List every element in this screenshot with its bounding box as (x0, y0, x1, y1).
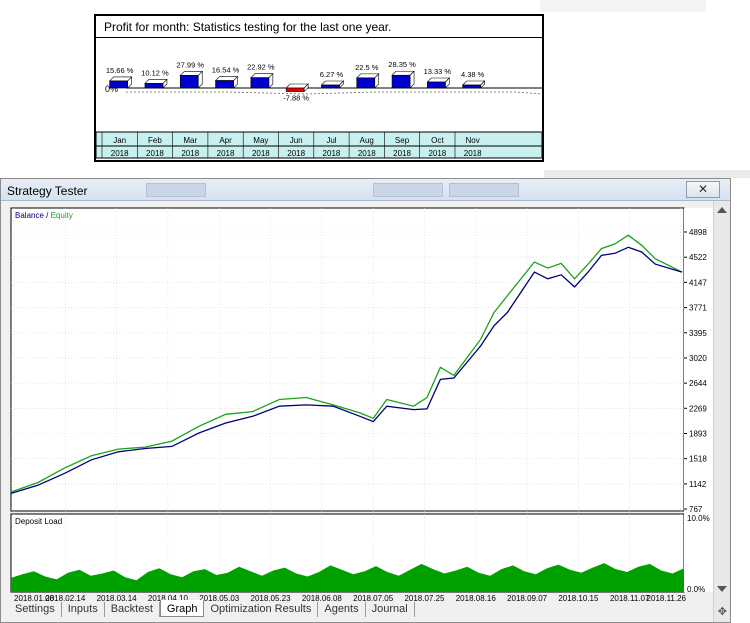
x-tick-label: 2018.09.07 (507, 594, 548, 602)
month-year: 2018 (146, 149, 164, 158)
x-tick-label: 2018.11.07 (610, 594, 650, 602)
move-grip-icon[interactable]: ✥ (718, 605, 727, 618)
strategy-tester-window: Strategy Tester ✕ Balance / Equity 4898 45… (0, 178, 731, 623)
tab-optimization-results[interactable]: Optimization Results (204, 602, 319, 617)
month-name: Feb (148, 136, 162, 145)
month-value-label: 16.54 % (212, 66, 240, 75)
month-year: 2018 (323, 149, 341, 158)
month-bar-nov (462, 84, 481, 89)
month-year: 2018 (358, 149, 376, 158)
scroll-up-arrow-icon[interactable] (717, 207, 727, 213)
tester-tabs: Settings Inputs Backtest Graph Optimization … (9, 600, 415, 618)
month-name: Jul (326, 136, 336, 145)
x-tick-label: 2018.11.26 (647, 594, 687, 602)
background-strip (540, 0, 706, 12)
month-bar-aug (356, 77, 376, 89)
month-value-label: 28.35 % (388, 60, 416, 69)
x-tick-label: 2018.07.05 (353, 594, 394, 602)
x-tick-label: 2018.03.14 (97, 594, 138, 602)
month-bar-jan (109, 80, 128, 89)
month-value-label: 27.99 % (176, 60, 204, 69)
x-tick-label: 2018.10.15 (558, 594, 599, 602)
x-tick-label: 2018.06.08 (302, 594, 343, 602)
x-tick-label: 2018.05.03 (199, 594, 240, 602)
month-bar-oct (427, 81, 446, 89)
y-tick-label: 3771 (689, 304, 707, 313)
month-year: 2018 (428, 149, 446, 158)
month-bar-feb (144, 83, 164, 89)
month-bar-sep (391, 74, 411, 89)
deposit-tick-label: 10.0% (687, 514, 710, 523)
month-bar-apr (215, 80, 234, 89)
equity-plot-area (10, 207, 685, 512)
y-tick-label: 3395 (689, 329, 707, 338)
month-bar-may (250, 77, 270, 89)
y-tick-label: 3020 (689, 354, 707, 363)
month-value-label: 4.38 % (461, 70, 485, 79)
month-value-label: 13.33 % (424, 67, 452, 76)
month-value-label: -7.88 % (283, 94, 309, 103)
x-tick-label: 2018.07.25 (404, 594, 445, 602)
x-tick-label: 2018.02.14 (45, 594, 86, 602)
y-tick-label: 2644 (689, 379, 707, 388)
month-year: 2018 (287, 149, 305, 158)
month-value-label: 15.66 % (106, 66, 134, 75)
x-tick-label: 2018.05.23 (251, 594, 292, 602)
month-name: Apr (219, 136, 232, 145)
month-bar-mar (179, 75, 199, 89)
tab-agents[interactable]: Agents (318, 602, 366, 617)
month-year: 2018 (252, 149, 270, 158)
month-bar-jul (321, 84, 340, 89)
y-tick-label: 1893 (689, 429, 707, 438)
scroll-down-arrow-icon[interactable] (717, 586, 727, 592)
monthly-profit-panel: Profit for month: Statistics testing for… (94, 14, 544, 162)
monthly-profit-chart: 0%15.66 %Jan201810.12 %Feb201827.99 %Mar… (96, 60, 542, 159)
vertical-scrollbar[interactable]: ✥ (713, 201, 730, 622)
tab-backtest[interactable]: Backtest (105, 602, 160, 617)
trend-line (126, 91, 542, 95)
y-tick-label: 4147 (689, 278, 707, 287)
axis-gutter (684, 208, 713, 592)
y-tick-label: 1142 (689, 480, 707, 489)
deposit-title: Deposit Load (15, 517, 62, 526)
month-year: 2018 (181, 149, 199, 158)
month-name: Sep (395, 136, 410, 145)
month-value-label: 10.12 % (141, 68, 169, 77)
month-year: 2018 (393, 149, 411, 158)
month-value-label: 22.5 % (355, 63, 379, 72)
month-name: May (253, 136, 268, 145)
y-tick-label: 4522 (689, 253, 707, 262)
x-tick-label: 2018.08.16 (456, 594, 497, 602)
y-tick-label: 1518 (689, 455, 707, 464)
y-tick-label: 4898 (689, 228, 707, 237)
chart-legend: Balance / Equity (15, 211, 73, 220)
tab-inputs[interactable]: Inputs (62, 602, 105, 617)
y-tick-label: 2269 (689, 404, 707, 413)
month-year: 2018 (111, 149, 129, 158)
tab-graph[interactable]: Graph (159, 600, 205, 617)
y-tick-label: 767 (689, 505, 703, 514)
month-value-label: 6.27 % (320, 70, 344, 79)
month-year: 2018 (464, 149, 482, 158)
deposit-tick-label: 0.0% (687, 585, 705, 594)
background-strip-lower (544, 170, 750, 178)
month-name: Aug (360, 136, 374, 145)
month-name: Oct (431, 136, 444, 145)
tab-journal[interactable]: Journal (366, 602, 415, 617)
month-value-label: 22.92 % (247, 63, 275, 72)
month-name: Mar (183, 136, 197, 145)
tester-charts: Balance / Equity 4898 4522 4147 3771 3395 3020… (10, 207, 713, 602)
month-name: Jan (113, 136, 126, 145)
month-name: Nov (466, 136, 480, 145)
month-name: Jun (290, 136, 303, 145)
tab-settings[interactable]: Settings (9, 602, 62, 617)
month-year: 2018 (217, 149, 235, 158)
month-bar-jun (285, 87, 305, 92)
